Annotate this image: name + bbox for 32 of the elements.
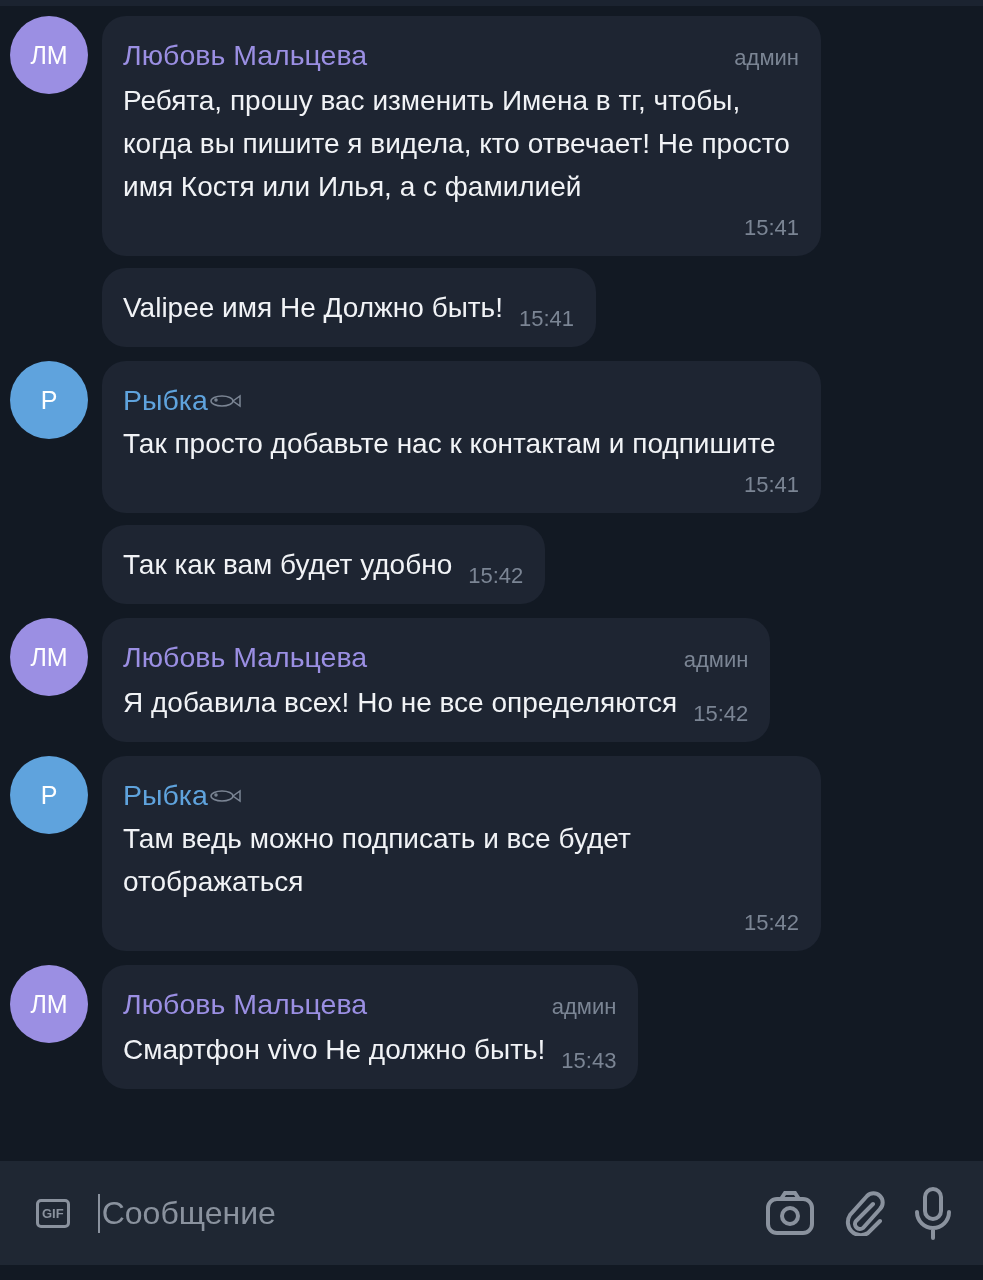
- message-time: 15:42: [692, 700, 749, 728]
- avatar[interactable]: Р: [10, 756, 88, 834]
- sender-name[interactable]: Рыбка: [123, 774, 208, 817]
- message-time: 15:41: [742, 471, 799, 499]
- gif-button[interactable]: GIF: [36, 1198, 70, 1228]
- avatar[interactable]: ЛМ: [10, 965, 88, 1043]
- message-text: Там ведь можно подписать и все будет отображаться: [123, 822, 632, 899]
- admin-label: админ: [551, 993, 617, 1021]
- message-text: Я добавила всех! Но не все определяются: [123, 686, 678, 720]
- avatar[interactable]: ЛМ: [10, 16, 88, 94]
- message-time: 15:43: [560, 1047, 617, 1075]
- message-time: 15:42: [742, 909, 799, 937]
- microphone-icon[interactable]: [913, 1186, 953, 1240]
- camera-icon[interactable]: [765, 1190, 815, 1236]
- avatar[interactable]: Р: [10, 361, 88, 439]
- message-time: 15:41: [742, 214, 799, 242]
- message-text: Valipee имя Не Должно быть!: [123, 291, 503, 325]
- message-text: Ребята, прошу вас изменить Имена в тг, чтобы, когда вы пишите я видела, кто отвечает! Не просто имя Костя или Илья, а с фамилией: [123, 84, 791, 204]
- paperclip-icon[interactable]: [843, 1190, 885, 1236]
- message-text: Так просто добавьте нас к контактам и подпишите: [123, 427, 776, 461]
- message-text: Так как вам будет удобно: [123, 548, 453, 582]
- message-time: 15:42: [467, 562, 524, 590]
- message-text: Смартфон vivo Не должно быть!: [123, 1033, 546, 1067]
- message-time: 15:41: [518, 305, 575, 333]
- sender-name[interactable]: Любовь Мальцева: [123, 983, 368, 1026]
- sender-name[interactable]: Рыбка: [123, 379, 208, 422]
- message-input[interactable]: Сообщение: [97, 1193, 737, 1233]
- admin-label: админ: [734, 44, 799, 72]
- sender-name[interactable]: Любовь Мальцева: [123, 34, 368, 77]
- admin-label: админ: [683, 646, 749, 674]
- sender-name[interactable]: Любовь Мальцева: [123, 636, 368, 679]
- avatar[interactable]: ЛМ: [10, 618, 88, 696]
